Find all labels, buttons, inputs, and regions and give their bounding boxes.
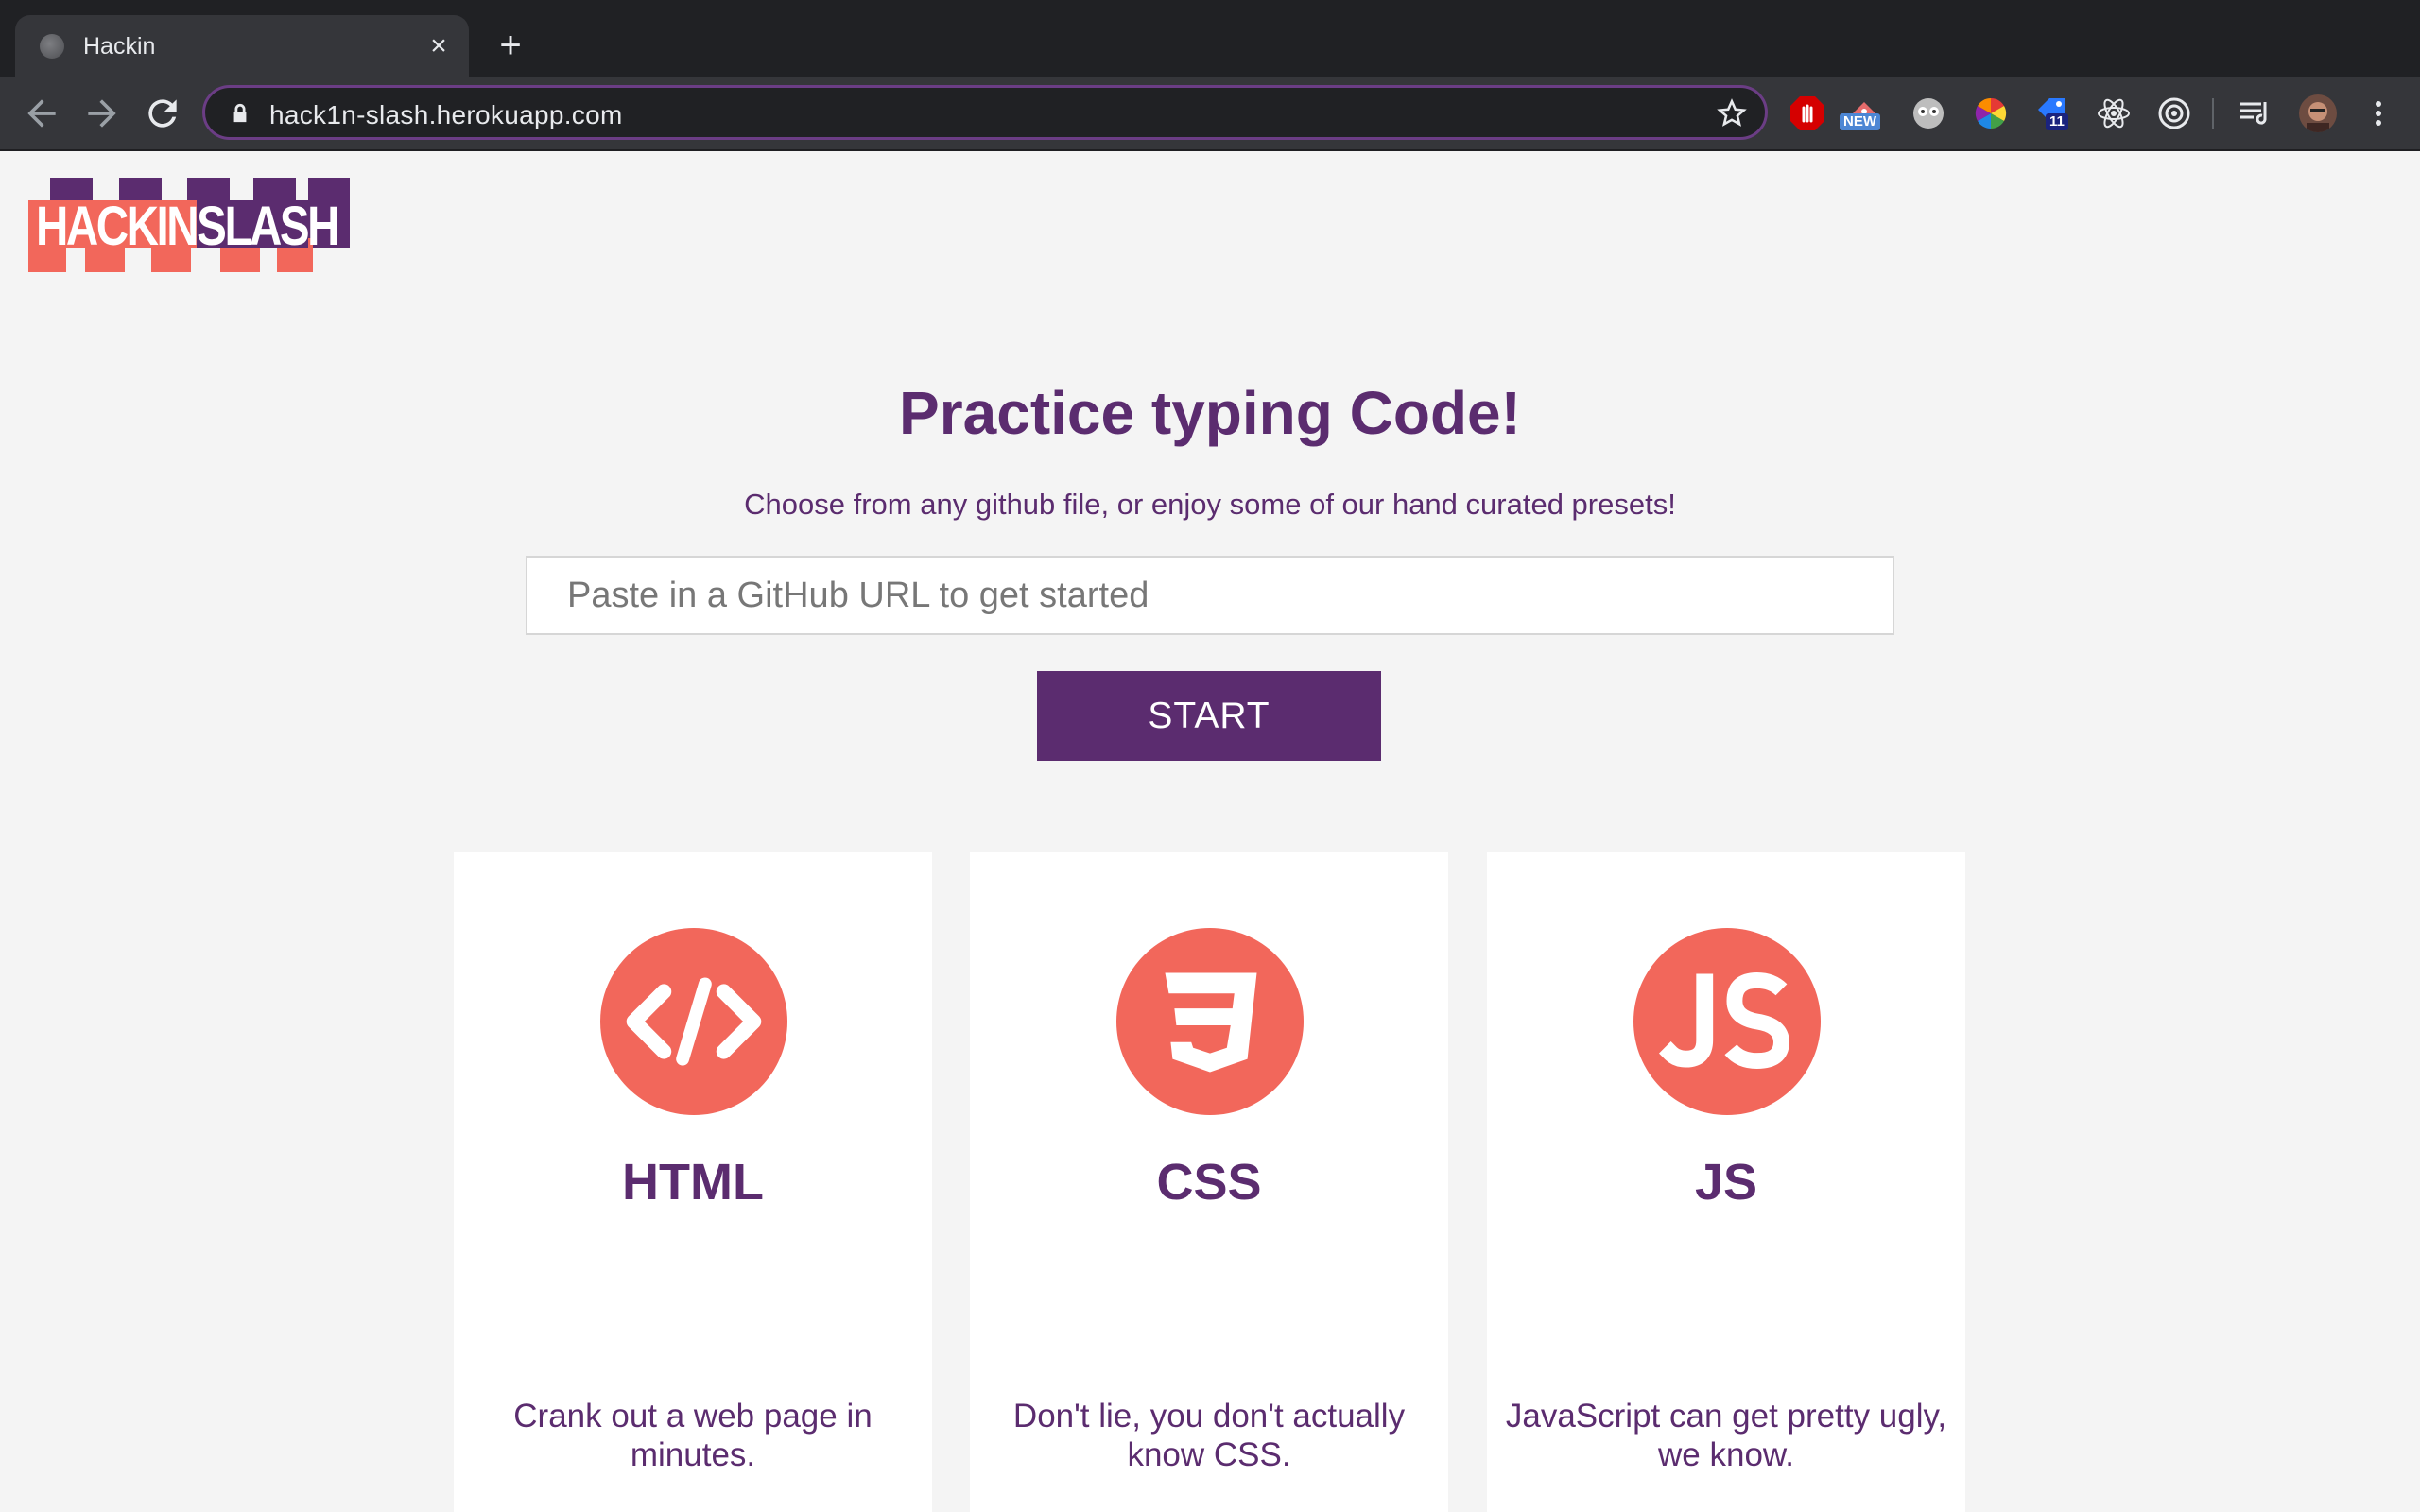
extension-icon-counter[interactable]: 11	[2032, 94, 2070, 132]
html-code-icon	[600, 928, 787, 1115]
preset-card-css[interactable]: CSS Don't lie, you don't actually know C…	[970, 852, 1448, 1512]
bookmark-star-icon[interactable]	[1716, 97, 1748, 129]
back-icon[interactable]	[21, 93, 62, 134]
close-tab-icon[interactable]: ×	[420, 27, 458, 65]
url-text: hack1n-slash.herokuapp.com	[269, 100, 623, 129]
globe-icon	[40, 34, 64, 59]
profile-avatar[interactable]	[2299, 94, 2337, 132]
site-logo[interactable]: HACKINSLASH	[26, 178, 354, 272]
count-badge: 11	[2046, 113, 2068, 130]
lock-icon	[233, 103, 247, 123]
card-description: Don't lie, you don't actually know CSS.	[1012, 1398, 1406, 1473]
page-title: Practice typing Code!	[899, 379, 1521, 447]
card-title: HTML	[622, 1154, 764, 1211]
browser-tabstrip: Hackin × +	[0, 0, 2420, 77]
start-button[interactable]: START	[1037, 671, 1381, 761]
extension-icon-new[interactable]: NEW	[1840, 94, 1883, 132]
toolbar-divider	[2212, 98, 2214, 129]
browser-toolbar: hack1n-slash.herokuapp.com NEW 11	[0, 77, 2420, 151]
preset-card-html[interactable]: HTML Crank out a web page in minutes.	[454, 852, 932, 1512]
react-devtools-icon[interactable]	[2095, 94, 2133, 132]
adblock-extension-icon[interactable]	[1789, 94, 1826, 132]
color-picker-extension-icon[interactable]	[1972, 94, 2010, 132]
logo-text: HACKINSLASH	[36, 196, 340, 257]
github-url-input[interactable]	[526, 556, 1894, 635]
kebab-menu-icon[interactable]	[2360, 94, 2397, 132]
address-bar[interactable]: hack1n-slash.herokuapp.com	[202, 85, 1768, 140]
new-badge: NEW	[1840, 113, 1880, 130]
page-subtitle: Choose from any github file, or enjoy so…	[744, 488, 1676, 521]
card-description: Crank out a web page in minutes.	[513, 1398, 873, 1473]
js-icon	[1634, 928, 1821, 1115]
owl-extension-icon[interactable]	[1910, 94, 1947, 132]
media-controls-icon[interactable]	[2237, 94, 2274, 132]
preset-card-js[interactable]: JS JavaScript can get pretty ugly, we kn…	[1487, 852, 1965, 1512]
new-tab-icon[interactable]: +	[492, 26, 529, 64]
card-description: JavaScript can get pretty ugly, we know.	[1505, 1398, 1947, 1473]
forward-icon[interactable]	[81, 93, 123, 134]
card-title: CSS	[1156, 1154, 1262, 1211]
browser-tab[interactable]: Hackin ×	[15, 15, 469, 77]
avatar-icon	[2299, 94, 2337, 132]
reload-icon[interactable]	[142, 93, 183, 134]
css3-icon	[1116, 928, 1304, 1115]
tab-title: Hackin	[83, 33, 156, 60]
card-title: JS	[1694, 1154, 1758, 1211]
target-extension-icon[interactable]	[2155, 94, 2193, 132]
